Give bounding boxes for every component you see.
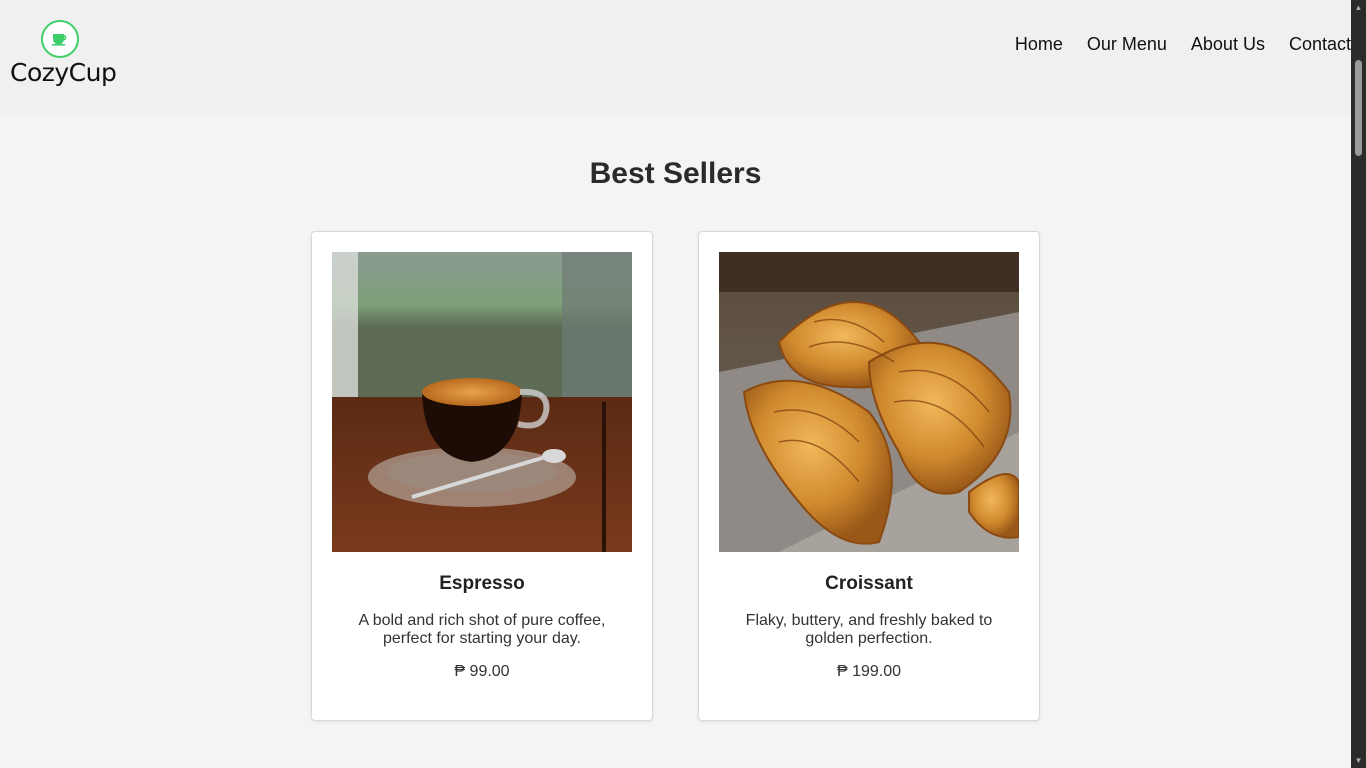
scrollbar-thumb[interactable] [1355, 60, 1362, 156]
nav-contact[interactable]: Contact [1289, 33, 1351, 55]
product-name: Croissant [825, 573, 913, 594]
section-title: Best Sellers [589, 157, 762, 190]
coffee-cup-icon [41, 20, 79, 58]
scroll-up-arrow-icon[interactable]: ▲ [1351, 0, 1366, 15]
espresso-photo [332, 252, 632, 552]
vertical-scrollbar[interactable]: ▲ ▼ [1351, 0, 1366, 768]
main-nav: Home Our Menu About Us Contact [991, 33, 1351, 55]
product-card-croissant[interactable]: Croissant Flaky, buttery, and freshly ba… [698, 231, 1040, 721]
nav-our-menu[interactable]: Our Menu [1087, 33, 1167, 55]
croissant-photo [719, 252, 1019, 552]
product-description: Flaky, buttery, and freshly baked to gol… [745, 612, 993, 647]
product-price: ₱ 199.00 [836, 663, 902, 680]
product-list: Espresso A bold and rich shot of pure co… [311, 231, 1085, 721]
product-description: A bold and rich shot of pure coffee, per… [358, 612, 606, 647]
product-price: ₱ 99.00 [454, 663, 510, 680]
nav-about-us[interactable]: About Us [1191, 33, 1265, 55]
product-name: Espresso [439, 573, 525, 594]
site-header: CozyCup Home Our Menu About Us Contact [0, 0, 1351, 114]
page: CozyCup Home Our Menu About Us Contact B… [0, 0, 1351, 768]
brand-name: CozyCup [10, 58, 117, 87]
logo[interactable]: CozyCup [10, 20, 117, 92]
product-card-espresso[interactable]: Espresso A bold and rich shot of pure co… [311, 231, 653, 721]
scroll-down-arrow-icon[interactable]: ▼ [1351, 753, 1366, 768]
nav-home[interactable]: Home [1015, 33, 1063, 55]
